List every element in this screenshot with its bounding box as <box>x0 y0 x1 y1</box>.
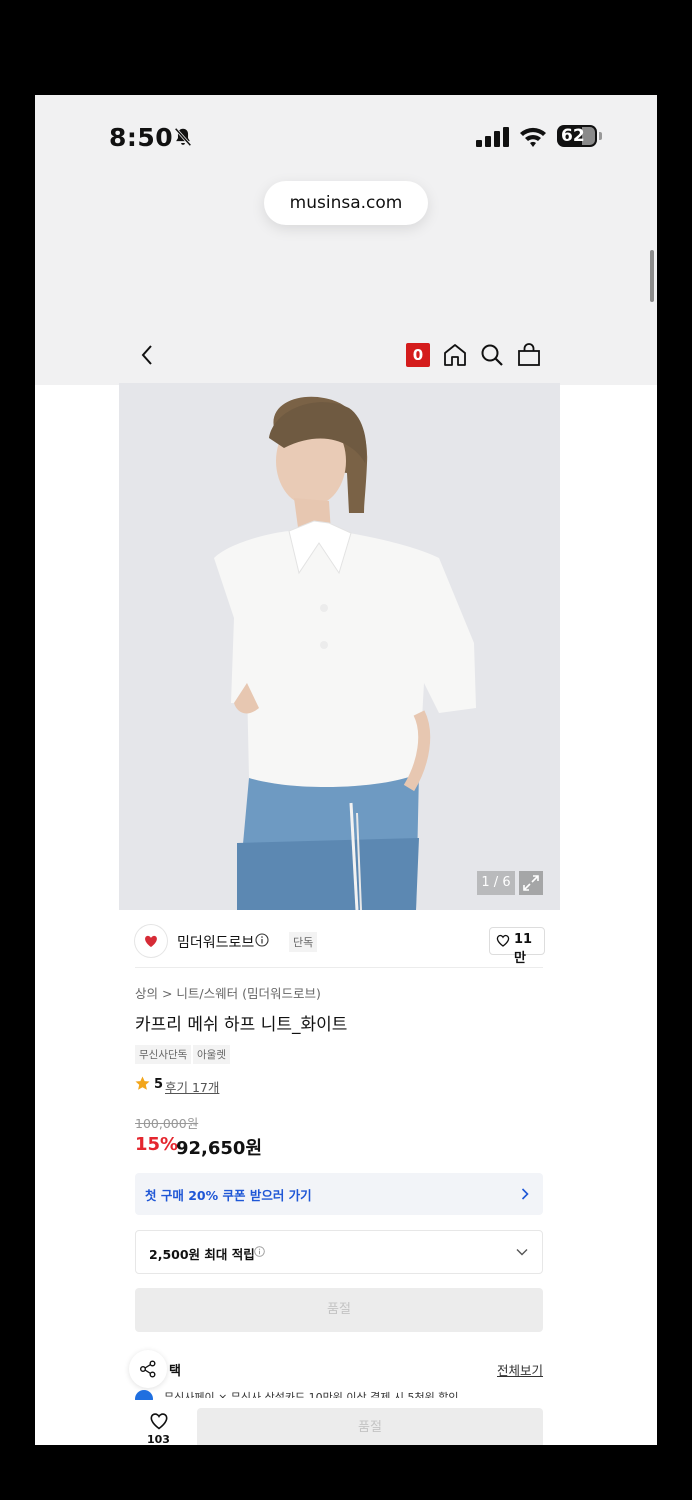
promo-text[interactable]: 무신사페이 × 무신사 상설카드 10만원 이상 결제 시 5천원 할인 <box>164 1389 494 1398</box>
chevron-right-icon <box>521 1188 529 1200</box>
points-label: 2,500원 최대 적립 <box>149 1247 255 1262</box>
brand-like-count: 11만 <box>514 932 533 966</box>
divider <box>135 967 543 968</box>
bottom-action-bar: 103 품절 <box>119 1400 560 1445</box>
discount-rate: 15% <box>135 1134 179 1155</box>
model-photo <box>119 383 560 910</box>
wifi-icon <box>520 127 546 147</box>
heart-logo-icon <box>145 935 157 947</box>
info-icon[interactable] <box>254 1246 265 1257</box>
share-button[interactable] <box>129 1350 167 1388</box>
sale-price: 92,650원 <box>176 1138 263 1159</box>
brand-logo[interactable] <box>135 925 167 957</box>
product-page: 0 1 / 6 밈더워드로브 단독 11만 상의 > 니트/스웨터 (밈더워드로… <box>119 305 560 1445</box>
top-nav: 0 <box>119 305 560 383</box>
buy-button[interactable]: 품절 <box>197 1408 543 1445</box>
image-counter: 1 / 6 <box>477 871 515 895</box>
star-icon <box>135 1076 150 1090</box>
product-title: 카프리 메쉬 하프 니트_화이트 <box>135 1015 348 1035</box>
review-link[interactable]: 후기 17개 <box>165 1077 219 1096</box>
status-bar: 8:50 62 <box>35 95 657 185</box>
view-all-link[interactable]: 전체보기 <box>497 1360 543 1379</box>
info-icon[interactable] <box>255 933 269 947</box>
wishlist-heart-icon[interactable] <box>149 1412 169 1430</box>
status-time: 8:50 <box>109 123 174 152</box>
breadcrumb[interactable]: 상의 > 니트/스웨터 (밈더워드로브) <box>135 983 321 1002</box>
battery-level: 62 <box>561 126 585 146</box>
share-icon <box>140 1360 156 1378</box>
tag-section-label: 택 <box>169 1364 181 1379</box>
search-icon[interactable] <box>479 342 505 368</box>
phone-screen: 8:50 62 musinsa.com 0 1 / 6 밈더워드로브 단독 11… <box>35 95 657 1445</box>
points-dropdown[interactable]: 2,500원 최대 적립 <box>135 1230 543 1274</box>
heart-icon <box>496 934 510 947</box>
original-price: 100,000원 <box>135 1116 199 1131</box>
signal-icon <box>476 127 509 147</box>
back-icon[interactable] <box>139 343 155 367</box>
tag-musinsa-exclusive: 무신사단독 <box>135 1045 192 1064</box>
scroll-indicator[interactable] <box>650 250 654 302</box>
coupon-text: 첫 구매 20% 쿠폰 받으러 가기 <box>145 1188 312 1203</box>
brand-like-button[interactable]: 11만 <box>489 927 545 966</box>
bag-icon[interactable] <box>516 342 542 368</box>
exclusive-badge: 단독 <box>289 932 318 952</box>
battery-icon: 62 <box>557 125 603 149</box>
tag-outlet: 아울렛 <box>193 1045 230 1064</box>
product-image[interactable]: 1 / 6 <box>119 383 560 910</box>
wishlist-count: 103 <box>147 1433 170 1445</box>
coupon-banner[interactable]: 첫 구매 20% 쿠폰 받으러 가기 <box>135 1173 543 1215</box>
chevron-down-icon <box>516 1249 528 1256</box>
bell-slash-icon <box>174 127 192 147</box>
rating-value: 5 <box>154 1077 164 1092</box>
soldout-button[interactable]: 품절 <box>135 1288 543 1332</box>
address-bar[interactable]: musinsa.com <box>264 181 428 225</box>
brand-row: 밈더워드로브 단독 11만 <box>135 925 545 966</box>
home-icon[interactable] <box>442 342 468 368</box>
expand-icon[interactable] <box>519 871 543 895</box>
brand-name[interactable]: 밈더워드로브 <box>177 932 254 952</box>
recent-count-badge[interactable]: 0 <box>406 343 430 367</box>
